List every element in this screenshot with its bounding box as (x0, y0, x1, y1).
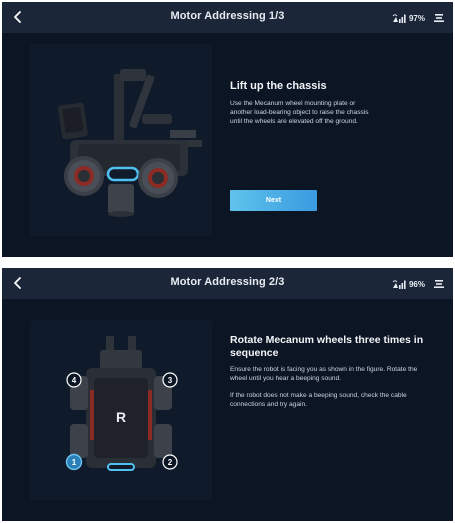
svg-text:3: 3 (168, 376, 173, 385)
step-heading: Lift up the chassis (230, 80, 327, 92)
status-area: 97% (392, 11, 445, 25)
top-bar: Motor Addressing 1/3 97% (2, 2, 453, 33)
connection-signal-icon (392, 13, 406, 23)
motor-addressing-step-2-screen: Motor Addressing 2/3 96% R 4 3 1 2 Rotat… (2, 268, 453, 521)
step-heading: Rotate Mecanum wheels three times in seq… (230, 334, 424, 360)
troubleshooting-note: If the robot does not make a beeping sou… (230, 392, 407, 408)
page-title: Motor Addressing 1/3 (170, 10, 285, 22)
robot-illustration-panel (30, 44, 212, 236)
svg-text:4: 4 (72, 376, 77, 385)
menu-icon[interactable] (433, 13, 445, 23)
connection-signal-icon (392, 279, 406, 289)
page-title: Motor Addressing 2/3 (170, 276, 285, 288)
svg-text:1: 1 (72, 458, 77, 467)
svg-text:2: 2 (168, 458, 173, 467)
motor-addressing-step-1-screen: Motor Addressing 1/3 97% Lift up the cha… (2, 2, 453, 257)
wheel-3-badge: 3 (162, 372, 178, 388)
step-instructions: Use the Mecanum wheel mounting plate or … (230, 100, 369, 125)
robot-illustration-panel: R 4 3 1 2 (30, 320, 212, 500)
robot-side-view-image (58, 69, 202, 217)
wheel-1-badge: 1 (65, 453, 83, 471)
battery-level: 96% (408, 279, 425, 289)
battery-level: 97% (408, 13, 425, 23)
status-area: 96% (392, 277, 445, 291)
wheel-4-badge: 4 (66, 372, 82, 388)
menu-icon[interactable] (433, 279, 445, 289)
step-instructions: Ensure the robot is facing you as shown … (230, 366, 418, 382)
robot-top-view-image: R 4 3 1 2 (65, 336, 178, 471)
wheel-2-badge: 2 (162, 454, 178, 470)
top-bar: Motor Addressing 2/3 96% (2, 268, 453, 299)
robomaster-logo: R (116, 409, 126, 425)
next-button[interactable]: Next (230, 190, 317, 211)
